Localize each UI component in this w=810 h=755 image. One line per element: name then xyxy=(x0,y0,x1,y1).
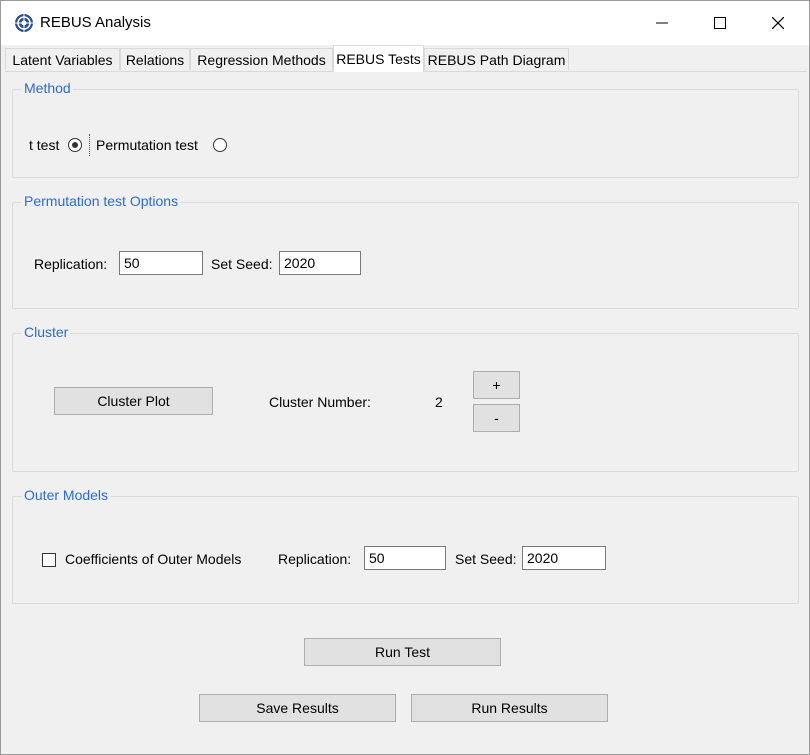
replication-input[interactable] xyxy=(119,251,203,275)
t-test-radio[interactable] xyxy=(68,138,82,152)
cluster-number-value: 2 xyxy=(435,394,443,410)
maximize-icon xyxy=(714,17,726,29)
outer-models-group: Outer Models Coefficients of Outer Model… xyxy=(12,487,799,604)
tab-regression-methods[interactable]: Regression Methods xyxy=(190,48,333,70)
permutation-options-title: Permutation test Options xyxy=(22,193,181,209)
method-group-title: Method xyxy=(22,80,73,96)
run-test-button[interactable]: Run Test xyxy=(304,638,501,666)
close-button[interactable] xyxy=(749,1,807,45)
permutation-test-label: Permutation test xyxy=(96,137,198,153)
maximize-button[interactable] xyxy=(691,1,749,45)
cluster-number-label: Cluster Number: xyxy=(269,394,371,410)
cluster-increment-button[interactable]: + xyxy=(473,371,520,399)
cluster-plot-button[interactable]: Cluster Plot xyxy=(54,387,213,415)
outer-replication-label: Replication: xyxy=(278,551,352,567)
tab-rebus-tests[interactable]: REBUS Tests xyxy=(333,45,424,72)
tab-rebus-path-diagram[interactable]: REBUS Path Diagram xyxy=(424,48,569,70)
cluster-decrement-button[interactable]: - xyxy=(473,404,520,432)
t-test-label: t test xyxy=(29,137,60,153)
close-icon xyxy=(772,17,784,29)
focus-indicator xyxy=(89,134,91,156)
rebus-analysis-window: REBUS Analysis Latent Variables Relation… xyxy=(0,0,810,755)
set-seed-label: Set Seed: xyxy=(211,256,273,272)
cluster-group: Cluster Cluster Plot Cluster Number: 2 +… xyxy=(12,324,799,472)
title-bar[interactable]: REBUS Analysis xyxy=(1,1,809,45)
outer-models-title: Outer Models xyxy=(22,487,111,503)
radio-selected-dot xyxy=(72,142,78,148)
rebus-tests-panel: Method t test Permutation test Permutati… xyxy=(5,71,807,750)
minimize-button[interactable] xyxy=(633,1,691,45)
replication-label: Replication: xyxy=(34,256,108,272)
tab-latent-variables[interactable]: Latent Variables xyxy=(5,48,120,70)
permutation-options-group: Permutation test Options Replication: Se… xyxy=(12,193,799,309)
set-seed-input[interactable] xyxy=(279,251,361,275)
tab-strip: Latent Variables Relations Regression Me… xyxy=(1,45,809,72)
run-results-button[interactable]: Run Results xyxy=(411,694,608,722)
save-results-button[interactable]: Save Results xyxy=(199,694,396,722)
permutation-test-radio[interactable] xyxy=(213,138,227,152)
method-group: Method t test Permutation test xyxy=(12,80,799,178)
window-title: REBUS Analysis xyxy=(40,14,151,31)
outer-set-seed-label: Set Seed: xyxy=(455,551,517,567)
outer-models-checkbox[interactable] xyxy=(42,553,56,567)
tab-relations[interactable]: Relations xyxy=(120,48,190,70)
outer-replication-input[interactable] xyxy=(364,546,446,570)
rebus-app-icon xyxy=(14,13,34,33)
cluster-group-title: Cluster xyxy=(22,324,71,340)
outer-models-checkbox-label: Coefficients of Outer Models xyxy=(65,551,242,567)
minimize-icon xyxy=(656,22,668,24)
outer-set-seed-input[interactable] xyxy=(522,546,606,570)
